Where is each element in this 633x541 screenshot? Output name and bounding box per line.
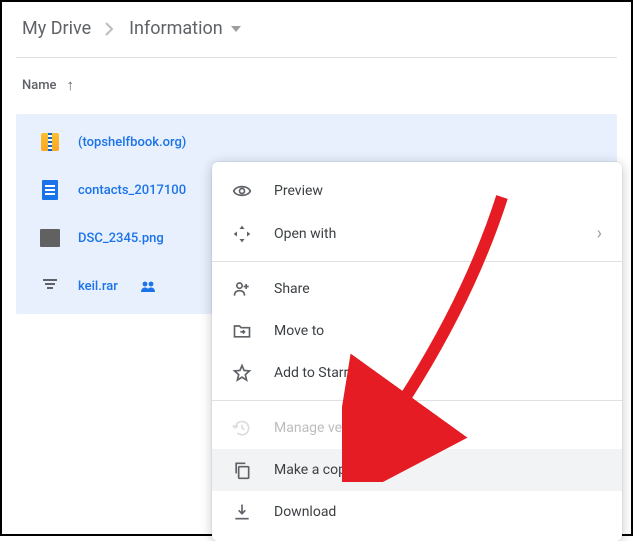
file-row[interactable]: (topshelfbook.org) [16,118,617,166]
menu-item-make-copy[interactable]: Make a copy [212,449,622,491]
chevron-right-icon: › [597,223,602,244]
zip-icon [40,132,60,152]
copy-icon [232,460,252,480]
menu-separator [212,400,622,401]
breadcrumb: My Drive Information [16,16,617,58]
menu-label: Add to Starred [274,365,363,381]
star-icon [232,363,252,383]
download-icon [232,502,252,522]
sort-arrow-up-icon: ↑ [67,76,75,94]
menu-label: Open with [274,226,336,242]
file-name: keil.rar [78,279,118,294]
file-name: contacts_2017100 [78,183,186,198]
folder-move-icon [232,321,252,341]
dropdown-caret-icon [231,26,241,32]
column-header-label: Name [22,78,57,93]
chevron-right-icon [105,22,115,36]
menu-label: Share [274,281,310,297]
document-icon [40,180,60,200]
menu-item-add-starred[interactable]: Add to Starred [212,352,622,394]
menu-item-preview[interactable]: Preview [212,170,622,212]
open-with-icon [232,224,252,244]
file-name: (topshelfbook.org) [78,135,186,150]
shared-icon [140,280,158,292]
breadcrumb-current-label: Information [129,18,223,39]
menu-label: Download [274,504,336,520]
menu-item-manage-versions: Manage versions [212,407,622,449]
menu-item-share[interactable]: Share [212,268,622,310]
breadcrumb-root[interactable]: My Drive [22,18,91,39]
menu-label: Manage versions [274,420,380,436]
menu-label: Preview [274,183,323,199]
menu-separator [212,261,622,262]
share-person-icon [232,279,252,299]
menu-label: Make a copy [274,462,353,478]
breadcrumb-current[interactable]: Information [129,18,241,39]
menu-label: Move to [274,323,324,339]
file-name: DSC_2345.png [78,231,164,246]
archive-icon [40,276,60,296]
image-thumbnail-icon [40,228,60,248]
menu-item-download[interactable]: Download [212,491,622,533]
eye-icon [232,181,252,201]
column-header-name[interactable]: Name ↑ [16,58,617,108]
history-icon [232,418,252,438]
menu-item-move-to[interactable]: Move to [212,310,622,352]
context-menu: Preview Open with › Share Move to Add to… [212,162,622,541]
menu-item-open-with[interactable]: Open with › [212,212,622,255]
